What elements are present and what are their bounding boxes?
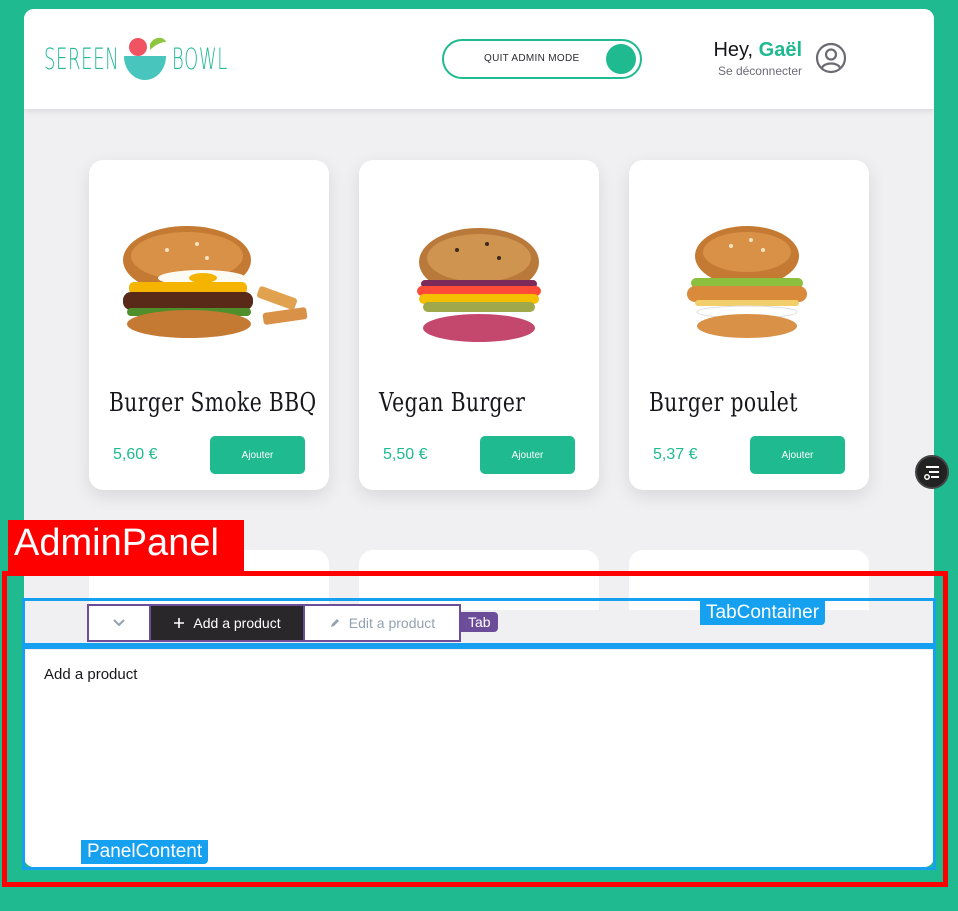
add-to-cart-button[interactable]: Ajouter — [480, 436, 575, 474]
product-title: Burger Smoke BBQ — [109, 388, 317, 418]
product-card: Vegan Burger 5,50 € Ajouter — [359, 160, 599, 490]
greeting-prefix: Hey, — [713, 39, 759, 61]
admin-panel-tag: AdminPanel — [8, 520, 244, 572]
user-info: Hey, Gaël Se déconnecter — [713, 39, 802, 78]
toggle-knob[interactable] — [606, 44, 636, 74]
toggle-label: QUIT ADMIN MODE — [484, 53, 580, 64]
tab-container-tag: TabContainer — [700, 601, 826, 625]
product-card: Burger Smoke BBQ 5,60 € Ajouter — [89, 160, 329, 490]
panel-content-outline — [22, 646, 936, 870]
logout-link[interactable]: Se déconnecter — [713, 64, 802, 78]
product-title: Burger poulet — [649, 388, 798, 418]
chicken-burger-image — [687, 226, 807, 338]
product-card: Burger poulet 5,37 € Ajouter — [629, 160, 869, 490]
chat-icon[interactable] — [915, 455, 949, 489]
logo[interactable]: SEREEN BOWL — [44, 33, 228, 85]
add-to-cart-button[interactable]: Ajouter — [210, 436, 305, 474]
product-price: 5,60 € — [113, 446, 158, 463]
user-name: Gaël — [758, 39, 802, 61]
bowl-logo-icon — [120, 34, 170, 84]
panel-content-tag: PanelContent — [81, 840, 209, 864]
logo-text-right: BOWL — [172, 42, 228, 76]
vegan-burger-image — [417, 228, 541, 342]
logo-text-left: SEREEN — [44, 42, 120, 76]
admin-mode-toggle[interactable]: QUIT ADMIN MODE — [442, 39, 642, 79]
product-price: 5,37 € — [653, 446, 698, 463]
user-avatar-icon[interactable] — [815, 42, 847, 74]
product-title: Vegan Burger — [379, 388, 526, 418]
greeting: Hey, Gaël — [713, 39, 802, 62]
product-price: 5,50 € — [383, 446, 428, 463]
burger-bbq-image — [123, 226, 308, 338]
tab-tag: Tab — [461, 612, 498, 632]
add-to-cart-button[interactable]: Ajouter — [750, 436, 845, 474]
header: SEREEN BOWL QUIT ADMIN MODE Hey, Gaël Se… — [24, 9, 934, 109]
